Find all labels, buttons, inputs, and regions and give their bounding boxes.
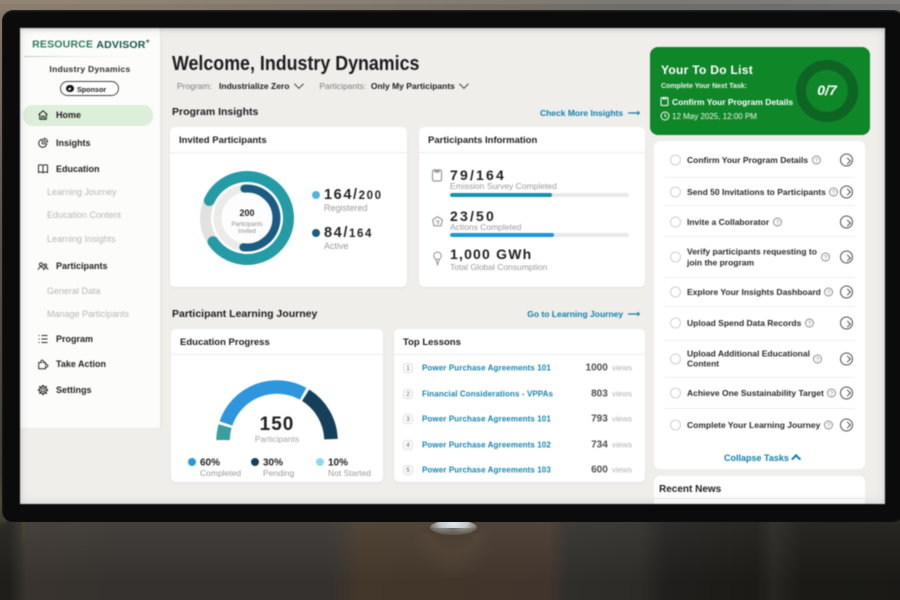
- svg-text:Not Started: Not Started: [328, 468, 371, 478]
- svg-text:Registered: Registered: [324, 203, 368, 213]
- svg-text:84/164: 84/164: [324, 225, 373, 241]
- svg-text:Completed: Completed: [200, 468, 241, 478]
- svg-text:Participants: Participants: [255, 434, 299, 444]
- svg-text:150: 150: [260, 414, 295, 435]
- svg-text:Pending: Pending: [263, 468, 294, 478]
- svg-text:Invited: Invited: [238, 229, 256, 235]
- svg-text:200: 200: [239, 208, 254, 218]
- svg-text:10%: 10%: [328, 458, 348, 469]
- svg-text:30%: 30%: [263, 458, 283, 469]
- svg-text:Active: Active: [324, 241, 349, 251]
- svg-text:60%: 60%: [200, 458, 220, 469]
- svg-text:Participants: Participants: [231, 222, 262, 228]
- svg-text:164/200: 164/200: [324, 187, 383, 203]
